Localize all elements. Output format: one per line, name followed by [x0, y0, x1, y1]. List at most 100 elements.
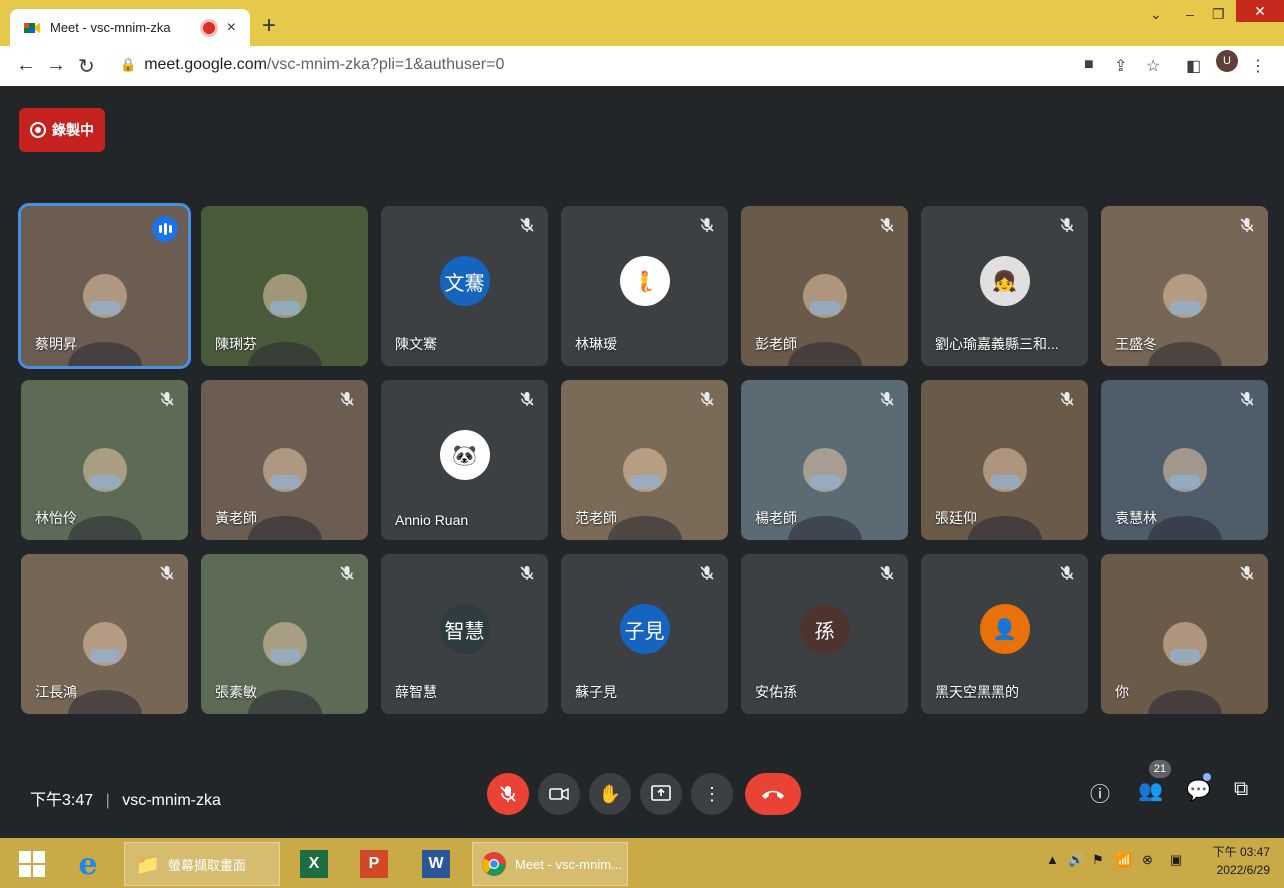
volume-icon[interactable]: 🔊 [1068, 852, 1084, 868]
participant-tile[interactable]: 張廷仰 [921, 380, 1088, 540]
participant-avatar: 智慧 [439, 604, 490, 654]
chrome-menu-icon[interactable]: ⋮ [1250, 56, 1266, 76]
participant-tile[interactable]: 陳琍芬 [201, 206, 368, 366]
taskbar-chrome-task[interactable]: Meet - vsc-mnim... [472, 842, 628, 886]
participant-tile[interactable]: 張素敏 [201, 554, 368, 714]
notification-icon[interactable]: ▣ [1170, 852, 1182, 868]
mic-muted-icon [1238, 390, 1256, 408]
participant-name: 蔡明昇 [35, 336, 77, 352]
url-field[interactable]: 🔒 meet.google.com/vsc-mnim-zka?pli=1&auth… [120, 56, 504, 74]
participant-avatar: 🐼 [439, 430, 490, 480]
url-path: /vsc-mnim-zka?pli=1&authuser=0 [266, 56, 505, 73]
meeting-details-icon[interactable]: ⓘ [1090, 778, 1110, 807]
participant-avatar: 文騫 [439, 256, 490, 306]
meeting-code: vsc-mnim-zka [122, 792, 221, 809]
participant-tile[interactable]: 王盛冬 [1101, 206, 1268, 366]
participant-name: 張素敏 [215, 684, 257, 700]
people-count-badge: 21 [1149, 760, 1171, 778]
record-icon [30, 122, 46, 138]
more-options-button[interactable]: ⋮ [691, 773, 733, 815]
restore-button[interactable]: ❐ [1212, 6, 1225, 23]
participant-name: 薛智慧 [395, 684, 437, 700]
new-tab-button[interactable]: + [262, 12, 276, 40]
participant-tile[interactable]: 范老師 [561, 380, 728, 540]
powerpoint-icon[interactable]: P [356, 844, 392, 884]
side-panel-icon[interactable]: ◧ [1186, 56, 1201, 76]
mic-muted-icon [338, 564, 356, 582]
participant-tile[interactable]: 🧜 林琳瑷 [561, 206, 728, 366]
video-camera-icon [549, 787, 569, 801]
reload-icon[interactable]: ↻ [78, 54, 95, 79]
present-icon [651, 785, 671, 801]
mic-muted-icon [698, 390, 716, 408]
participant-tile[interactable]: 彭老師 [741, 206, 908, 366]
participant-name: Annio Ruan [395, 512, 469, 528]
participant-tile[interactable]: 楊老師 [741, 380, 908, 540]
participant-name: 張廷仰 [935, 510, 977, 526]
mic-muted-icon [1238, 564, 1256, 582]
system-clock[interactable]: 下午 03:47 2022/6/29 [1213, 843, 1270, 879]
taskbar-folder-task[interactable]: 📁 螢幕擷取畫面 [124, 842, 280, 886]
participant-name: 江長鴻 [35, 684, 77, 700]
flag-icon[interactable]: ⚑ [1092, 852, 1104, 868]
mic-muted-icon [698, 216, 716, 234]
participant-tile[interactable]: 林怡伶 [21, 380, 188, 540]
tray-expand-icon[interactable]: ▲ [1046, 852, 1059, 867]
participant-avatar: 👧 [979, 256, 1030, 306]
participant-tile[interactable]: 🐼 Annio Ruan [381, 380, 548, 540]
mic-muted-icon [698, 564, 716, 582]
participant-tile[interactable]: 智慧薛智慧 [381, 554, 548, 714]
participant-avatar: 👤 [979, 604, 1030, 654]
activities-icon[interactable]: ⧉ [1234, 778, 1248, 801]
internet-explorer-icon[interactable]: e [68, 844, 108, 884]
windows-start-icon[interactable] [14, 844, 50, 884]
bookmark-star-icon[interactable]: ☆ [1146, 56, 1160, 76]
participant-tile[interactable]: 你 [1101, 554, 1268, 714]
participant-avatar: 子見 [619, 604, 670, 654]
tab-search-chevron-icon[interactable]: ⌄ [1150, 6, 1162, 23]
participant-tile[interactable]: 👧 劉心瑜嘉義縣三和... [921, 206, 1088, 366]
participant-tile[interactable]: 江長鴻 [21, 554, 188, 714]
participant-name: 黑天空黑黑的 [935, 684, 1019, 700]
participant-tile[interactable]: 黃老師 [201, 380, 368, 540]
speaking-indicator-icon [152, 216, 178, 242]
recording-badge[interactable]: 錄製中 [19, 108, 105, 152]
mic-muted-icon [518, 564, 536, 582]
camera-toggle-button[interactable] [538, 773, 580, 815]
participant-tile[interactable]: 👤 黑天空黑黑的 [921, 554, 1088, 714]
minimize-button[interactable]: – [1186, 6, 1194, 22]
browser-tab-strip: Meet - vsc-mnim-zka × + ⌄ – ❐ ✕ [0, 0, 1284, 46]
forward-arrow-icon[interactable]: → [46, 54, 66, 77]
language-icon[interactable]: ⊗ [1142, 852, 1153, 868]
address-bar-row: ← → ↻ 🔒 meet.google.com/vsc-mnim-zka?pli=… [0, 46, 1284, 87]
window-close-button[interactable]: ✕ [1236, 0, 1284, 22]
word-icon[interactable]: W [418, 844, 454, 884]
tab-meet[interactable]: Meet - vsc-mnim-zka × [10, 9, 250, 46]
network-signal-icon[interactable]: 📶 [1116, 852, 1132, 868]
mic-toggle-button[interactable] [487, 773, 529, 815]
camera-in-use-icon[interactable]: ■ [1084, 56, 1094, 74]
participant-tile[interactable]: 蔡明昇 [18, 203, 191, 369]
chat-icon[interactable]: 💬 [1186, 778, 1211, 803]
share-icon[interactable]: ⇪ [1114, 56, 1127, 76]
participant-name: 蘇子見 [575, 684, 617, 700]
participant-tile[interactable]: 子見蘇子見 [561, 554, 728, 714]
excel-icon[interactable]: X [296, 844, 332, 884]
back-arrow-icon[interactable]: ← [16, 54, 36, 77]
raise-hand-button[interactable]: ✋ [589, 773, 631, 815]
participant-tile[interactable]: 文騫 陳文騫 [381, 206, 548, 366]
participant-tile[interactable]: 袁慧林 [1101, 380, 1268, 540]
mic-muted-icon [878, 216, 896, 234]
participant-name: 林怡伶 [35, 510, 77, 526]
people-icon[interactable]: 👥 [1138, 778, 1163, 803]
lock-icon: 🔒 [120, 57, 137, 72]
mic-muted-icon [338, 390, 356, 408]
meeting-info-separator: | [105, 792, 110, 809]
profile-avatar[interactable]: U [1216, 50, 1238, 72]
clock-date: 2022/6/29 [1216, 863, 1270, 877]
participant-name: 安佑孫 [755, 684, 797, 700]
present-screen-button[interactable] [640, 773, 682, 815]
leave-call-button[interactable] [745, 773, 801, 815]
tab-close-icon[interactable]: × [227, 19, 236, 37]
participant-tile[interactable]: 孫安佑孫 [741, 554, 908, 714]
